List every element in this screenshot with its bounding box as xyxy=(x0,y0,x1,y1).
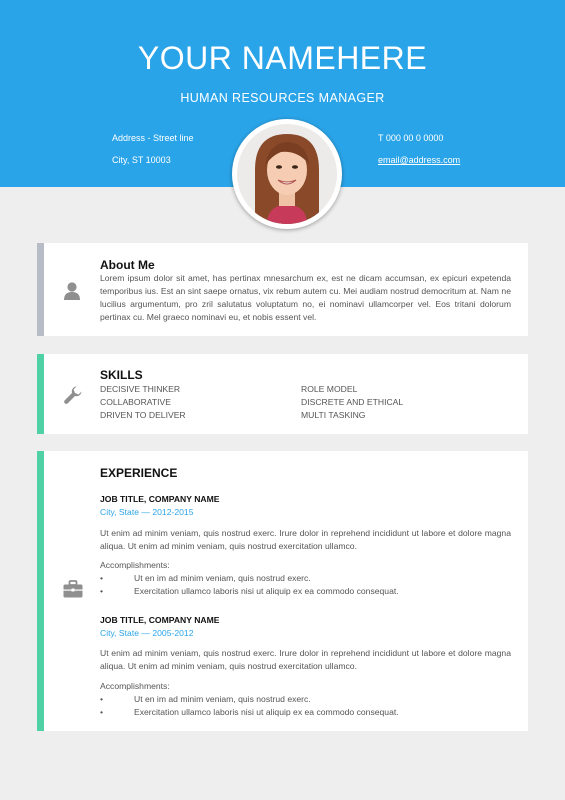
experience-card: EXPERIENCE JOB TITLE, COMPANY NAME City,… xyxy=(37,451,528,731)
address-line-1: Address - Street line xyxy=(112,133,194,143)
job-title: JOB TITLE, COMPANY NAME xyxy=(100,615,220,625)
about-card: About Me Lorem ipsum dolor sit amet, has… xyxy=(37,243,528,336)
job-description: Ut enim ad minim veniam, quis nostrud ex… xyxy=(100,528,511,551)
accomplishments-label: Accomplishments: xyxy=(100,681,170,691)
portrait-image xyxy=(237,124,337,224)
phone-number: T 000 00 0 0000 xyxy=(378,133,444,143)
experience-accent-bar xyxy=(37,451,44,731)
about-text: Lorem ipsum dolor sit amet, has pertinax… xyxy=(100,273,511,322)
user-icon xyxy=(63,281,81,306)
job-location: City, State — 2005-2012 xyxy=(100,628,194,638)
wrench-icon xyxy=(63,385,83,410)
skills-accent-bar xyxy=(37,354,44,434)
skill-item: MULTI TASKING xyxy=(301,410,366,420)
profile-photo xyxy=(232,119,342,229)
bullet-icon: • xyxy=(100,573,104,583)
candidate-name: YOUR NAMEHERE xyxy=(137,40,428,76)
skills-card: SKILLS DECISIVE THINKER COLLABORATIVE DR… xyxy=(37,354,528,434)
skill-item: DRIVEN TO DELIVER xyxy=(100,410,186,420)
job-title: JOB TITLE, COMPANY NAME xyxy=(100,494,220,504)
accomplishment-text: Ut en im ad minim veniam, quis nostrud e… xyxy=(134,694,311,704)
accomplishment-text: Ut en im ad minim veniam, quis nostrud e… xyxy=(134,573,311,583)
skill-item: ROLE MODEL xyxy=(301,384,358,394)
about-accent-bar xyxy=(37,243,44,336)
accomplishments-label: Accomplishments: xyxy=(100,560,170,570)
about-title: About Me xyxy=(100,258,155,272)
address-line-2: City, ST 10003 xyxy=(112,155,171,165)
bullet-icon: • xyxy=(100,586,104,596)
bullet-icon: • xyxy=(100,694,104,704)
experience-title: EXPERIENCE xyxy=(100,466,178,480)
job-description: Ut enim ad minim veniam, quis nostrud ex… xyxy=(100,648,511,671)
skills-title: SKILLS xyxy=(100,368,143,382)
email-link[interactable]: email@address.com xyxy=(378,155,460,165)
bullet-icon: • xyxy=(100,707,104,717)
accomplishment-text: Exercitation ullamco laboris nisi ut ali… xyxy=(134,707,399,717)
job-location: City, State — 2012-2015 xyxy=(100,507,194,517)
skill-item: DECISIVE THINKER xyxy=(100,384,181,394)
job-role: HUMAN RESOURCES MANAGER xyxy=(180,91,385,105)
skill-item: COLLABORATIVE xyxy=(100,397,171,407)
accomplishment-text: Exercitation ullamco laboris nisi ut ali… xyxy=(134,586,399,596)
skill-item: DISCRETE AND ETHICAL xyxy=(301,397,404,407)
briefcase-icon xyxy=(63,580,83,603)
